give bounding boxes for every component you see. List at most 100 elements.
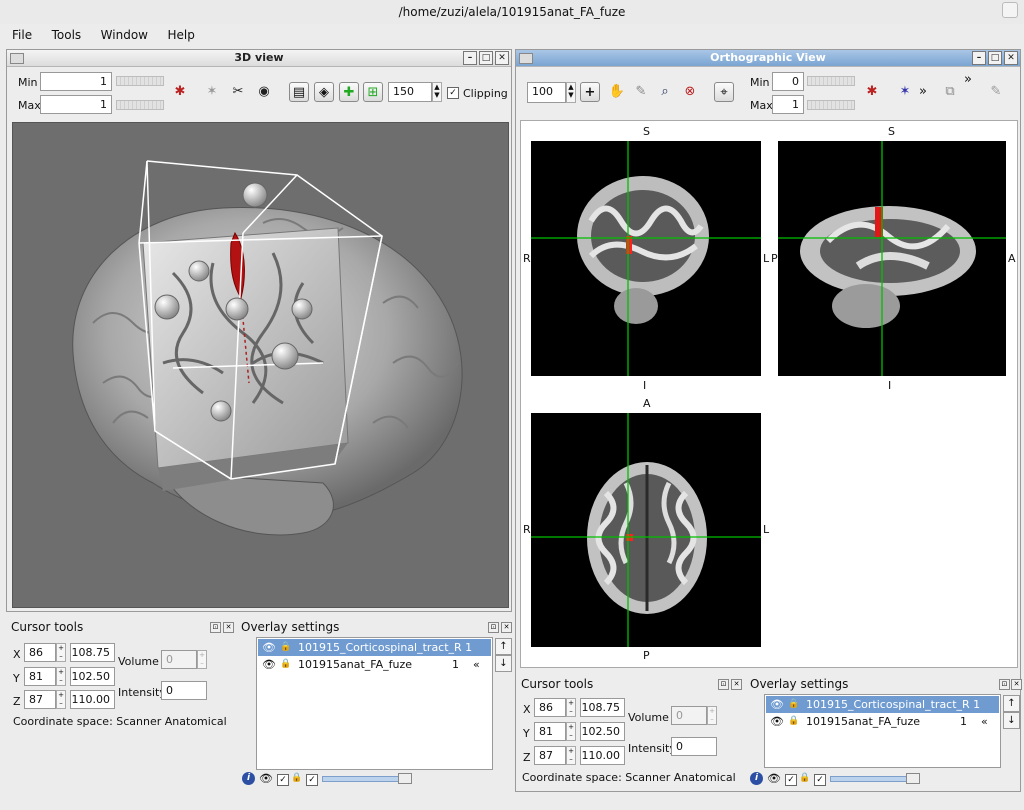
max-slider[interactable] bbox=[116, 100, 164, 110]
close-button[interactable]: ✕ bbox=[1004, 51, 1018, 65]
volume-spinner[interactable]: + – bbox=[197, 650, 207, 669]
x-spinner[interactable]: + – bbox=[566, 698, 576, 717]
volume-input[interactable]: 0 bbox=[671, 706, 707, 725]
maximize-button[interactable]: □ bbox=[479, 51, 493, 65]
move-up-button[interactable]: ↑ bbox=[1003, 695, 1020, 712]
info-icon[interactable]: i bbox=[750, 772, 763, 785]
colormap-icon[interactable]: ✱ bbox=[862, 82, 882, 102]
move-up-button[interactable]: ↑ bbox=[495, 638, 512, 655]
camera-icon[interactable]: ◉ bbox=[254, 82, 274, 102]
lock-checkbox[interactable]: ✓ bbox=[814, 774, 826, 786]
minimize-button[interactable]: – bbox=[972, 51, 986, 65]
ortho-zoom-spinner[interactable]: ▲ ▼ bbox=[566, 82, 576, 103]
pan-hand-icon[interactable]: ✋ bbox=[607, 82, 627, 102]
cursor-tools-close-button[interactable]: ✕ bbox=[223, 622, 234, 633]
screenshot-icon[interactable]: ▤ bbox=[289, 82, 309, 102]
maximize-button[interactable]: □ bbox=[988, 51, 1002, 65]
toolbar-more-button-2[interactable]: » bbox=[964, 72, 972, 87]
overlay-close-button[interactable]: ✕ bbox=[501, 622, 512, 633]
coronal-slice[interactable] bbox=[531, 141, 761, 376]
x-voxel-input[interactable]: 86 bbox=[24, 643, 56, 662]
x-voxel-input[interactable]: 86 bbox=[534, 698, 566, 717]
overlay-float-button[interactable]: ⊡ bbox=[999, 679, 1010, 690]
layout-icon[interactable]: ⧉ bbox=[940, 82, 960, 102]
overlay-list[interactable]: 👁 🔒 101915_Corticospinal_tract_R 1 👁 🔒 1… bbox=[256, 637, 493, 770]
pane-menu-icon[interactable] bbox=[519, 53, 533, 64]
lock-icon[interactable]: 🔒 bbox=[280, 656, 291, 673]
axes-icon[interactable]: ✶ bbox=[895, 82, 915, 102]
cursor-tools-float-button[interactable]: ⊡ bbox=[210, 622, 221, 633]
axes-icon[interactable]: ✶ bbox=[202, 82, 222, 102]
y-voxel-input[interactable]: 81 bbox=[24, 667, 56, 686]
pencil-icon[interactable]: ✎ bbox=[631, 82, 651, 102]
ortho-min-slider[interactable] bbox=[807, 76, 855, 86]
axial-slice[interactable] bbox=[531, 413, 761, 647]
overlay-row[interactable]: 👁 🔒 101915_Corticospinal_tract_R 1 bbox=[766, 696, 999, 713]
z-voxel-input[interactable]: 87 bbox=[534, 746, 566, 765]
menu-tools[interactable]: Tools bbox=[44, 24, 90, 46]
overlay-row[interactable]: 👁 🔒 101915anat_FA_fuze 1 « bbox=[258, 656, 491, 673]
move-down-button[interactable]: ↓ bbox=[1003, 712, 1020, 729]
eye-icon[interactable]: 👁 bbox=[259, 772, 273, 785]
info-icon[interactable]: i bbox=[242, 772, 255, 785]
ortho-min-input[interactable]: 0 bbox=[772, 72, 804, 91]
clipping-checkbox[interactable]: ✓ bbox=[447, 87, 459, 99]
opacity-slider-handle[interactable] bbox=[906, 773, 920, 784]
tools-icon[interactable]: ✂ bbox=[228, 82, 248, 102]
move-down-button[interactable]: ↓ bbox=[495, 655, 512, 672]
y-spinner[interactable]: + – bbox=[566, 722, 576, 741]
z-spinner[interactable]: + – bbox=[566, 746, 576, 765]
x-spinner[interactable]: + – bbox=[56, 643, 66, 662]
lock-icon[interactable]: 🔒 bbox=[280, 639, 291, 656]
render-3d-canvas[interactable] bbox=[12, 122, 509, 608]
z-voxel-input[interactable]: 87 bbox=[24, 690, 56, 709]
crosshair-plus-icon[interactable]: + bbox=[580, 82, 600, 102]
z-world-input[interactable]: 110.00 bbox=[70, 690, 115, 709]
window-control-button[interactable] bbox=[1002, 2, 1018, 18]
target-icon[interactable]: ⌖ bbox=[714, 82, 734, 102]
overlay-float-button[interactable]: ⊡ bbox=[488, 622, 499, 633]
add-overlay-icon[interactable]: ⊞ bbox=[363, 82, 383, 102]
lock-icon[interactable]: 🔒 bbox=[788, 696, 799, 713]
ortho-max-input[interactable]: 1 bbox=[772, 95, 804, 114]
minimize-button[interactable]: – bbox=[463, 51, 477, 65]
colormap-icon[interactable]: ✱ bbox=[170, 82, 190, 102]
overlay-row[interactable]: 👁 🔒 101915anat_FA_fuze 1 « bbox=[766, 713, 999, 730]
y-voxel-input[interactable]: 81 bbox=[534, 722, 566, 741]
lock-icon[interactable]: 🔒 bbox=[291, 773, 302, 783]
sagittal-slice[interactable] bbox=[778, 141, 1006, 376]
eye-icon[interactable]: 👁 bbox=[767, 772, 781, 785]
y-spinner[interactable]: + – bbox=[56, 667, 66, 686]
overlay-row[interactable]: 👁 🔒 101915_Corticospinal_tract_R 1 bbox=[258, 639, 491, 656]
add-mesh-icon[interactable]: ✚ bbox=[339, 82, 359, 102]
x-world-input[interactable]: 108.75 bbox=[580, 698, 625, 717]
magnifier-icon[interactable]: ⌕ bbox=[655, 82, 675, 102]
toolbar-more-button[interactable]: » bbox=[919, 84, 927, 99]
opacity-slider[interactable] bbox=[830, 776, 916, 782]
min-input[interactable]: 1 bbox=[40, 72, 112, 91]
min-slider[interactable] bbox=[116, 76, 164, 86]
volume-spinner[interactable]: + – bbox=[707, 706, 717, 725]
zoom-input[interactable]: 150 bbox=[388, 82, 432, 102]
opacity-slider[interactable] bbox=[322, 776, 408, 782]
close-button[interactable]: ✕ bbox=[495, 51, 509, 65]
chevron-left-icon[interactable]: « bbox=[473, 656, 480, 673]
z-world-input[interactable]: 110.00 bbox=[580, 746, 625, 765]
surface-icon[interactable]: ◈ bbox=[314, 82, 334, 102]
eye-icon[interactable]: 👁 bbox=[262, 656, 276, 673]
menu-file[interactable]: File bbox=[0, 24, 40, 46]
overlay-list[interactable]: 👁 🔒 101915_Corticospinal_tract_R 1 👁 🔒 1… bbox=[764, 694, 1001, 768]
ortho-canvas[interactable]: S I R L S I P A A P R L bbox=[520, 120, 1018, 668]
menu-window[interactable]: Window bbox=[93, 24, 156, 46]
ortho-max-slider[interactable] bbox=[807, 100, 855, 110]
lock-icon[interactable]: 🔒 bbox=[799, 773, 810, 783]
overlay-close-button[interactable]: ✕ bbox=[1011, 679, 1022, 690]
zoom-spinner[interactable]: ▲ ▼ bbox=[432, 82, 442, 102]
lock-icon[interactable]: 🔒 bbox=[788, 713, 799, 730]
ortho-zoom-input[interactable]: 100 bbox=[527, 82, 566, 103]
z-spinner[interactable]: + – bbox=[56, 690, 66, 709]
show-checkbox[interactable]: ✓ bbox=[277, 774, 289, 786]
eye-icon[interactable]: 👁 bbox=[770, 713, 784, 730]
intensity-input[interactable]: 0 bbox=[671, 737, 717, 756]
x-world-input[interactable]: 108.75 bbox=[70, 643, 115, 662]
